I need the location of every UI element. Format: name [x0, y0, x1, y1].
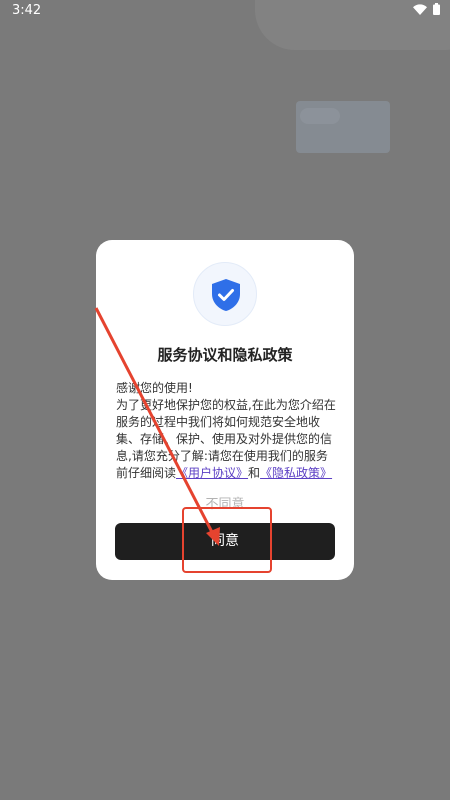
wifi-icon	[413, 3, 427, 15]
user-agreement-link[interactable]: 《用户协议》	[176, 466, 248, 480]
privacy-policy-link[interactable]: 《隐私政策》	[260, 466, 332, 480]
status-bar: 3:42	[0, 0, 450, 22]
shield-badge	[193, 262, 257, 326]
and-text: 和	[248, 466, 261, 480]
screen: 3:42 服务协议和隐私政策 感谢您的使用! 为了更好地保护您的权益,在此为您介…	[0, 0, 450, 800]
disagree-button[interactable]: 不同意	[96, 493, 354, 512]
status-time: 3:42	[12, 3, 42, 18]
privacy-dialog: 服务协议和隐私政策 感谢您的使用! 为了更好地保护您的权益,在此为您介绍在服务的…	[96, 240, 354, 580]
greeting-text: 感谢您的使用!	[116, 381, 193, 395]
agree-button[interactable]: 同意	[115, 523, 335, 560]
background-chip	[300, 108, 340, 124]
policy-description: 为了更好地保护您的权益,在此为您介绍在服务的过程中我们将如何规范安全地收集、存储…	[116, 397, 338, 482]
battery-icon	[433, 3, 440, 15]
dialog-body: 感谢您的使用! 为了更好地保护您的权益,在此为您介绍在服务的过程中我们将如何规范…	[116, 380, 338, 482]
status-icons	[413, 3, 440, 15]
dialog-title: 服务协议和隐私政策	[157, 346, 293, 364]
